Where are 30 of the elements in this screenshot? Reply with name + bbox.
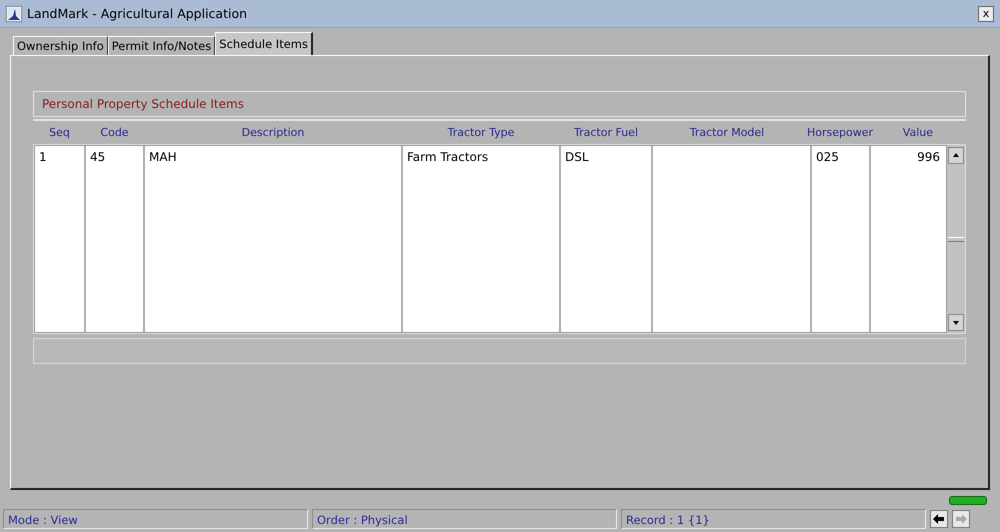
tab[interactable]: Ownership Info	[13, 36, 108, 55]
status-field: Mode : View	[3, 509, 308, 529]
table-cell: 025	[812, 146, 871, 332]
mountain-logo-icon	[6, 6, 22, 22]
scroll-up-icon[interactable]	[948, 147, 964, 164]
close-button[interactable]: x	[978, 6, 994, 22]
tab[interactable]: Permit Info/Notes	[108, 36, 216, 55]
table-cell: DSL	[561, 146, 653, 332]
table-cell: MAH	[145, 146, 403, 332]
tab[interactable]: Schedule Items	[215, 32, 313, 55]
status-field: Order : Physical	[312, 509, 617, 529]
table-cell: 45	[86, 146, 145, 332]
table-cell: 1	[35, 146, 86, 332]
table-cell: Farm Tractors	[403, 146, 561, 332]
column-header[interactable]: Tractor Model	[652, 126, 802, 139]
group-title: Personal Property Schedule Items	[42, 97, 244, 111]
status-field: Record : 1 {1}	[621, 509, 926, 529]
column-header[interactable]: Tractor Fuel	[560, 126, 652, 139]
column-header[interactable]: Seq	[34, 126, 85, 139]
status-indicator-icon	[949, 496, 987, 505]
column-header[interactable]: Code	[85, 126, 144, 139]
table-cell-text: 996	[916, 149, 941, 166]
vertical-scrollbar[interactable]	[947, 145, 965, 333]
previous-record-icon[interactable]	[930, 510, 948, 528]
scroll-down-icon[interactable]	[948, 314, 964, 331]
window-title: LandMark - Agricultural Application	[27, 6, 248, 21]
column-header[interactable]: Value	[878, 126, 943, 139]
column-header[interactable]: Description	[144, 126, 402, 139]
column-header[interactable]: Horsepower	[802, 126, 878, 139]
column-header[interactable]: Tractor Type	[402, 126, 560, 139]
